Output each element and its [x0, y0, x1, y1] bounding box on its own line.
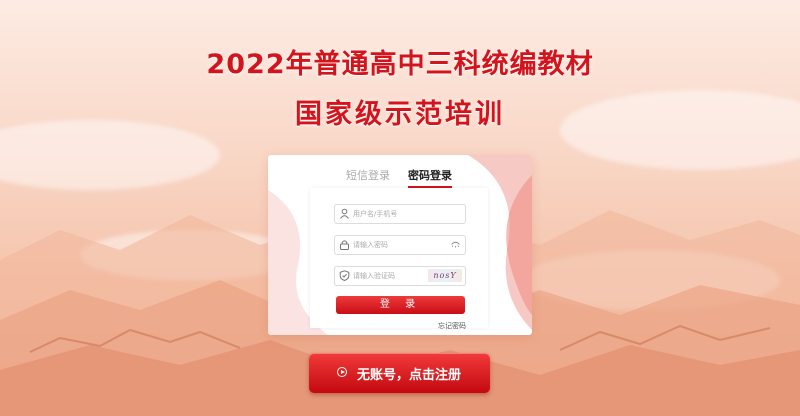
- register-button-label: 无账号，点击注册: [357, 368, 462, 383]
- user-icon: [340, 208, 349, 219]
- login-tabs: 短信登录 密码登录: [268, 167, 532, 189]
- forgot-password-link[interactable]: 忘记密码: [438, 321, 466, 331]
- login-card: 短信登录 密码登录 用户名/手机号 请输入验证码 nosY 登 录 忘记密码: [268, 155, 532, 335]
- captcha-image[interactable]: nosY: [428, 269, 462, 282]
- page-title: 2022年普通高中三科统编教材: [206, 49, 594, 80]
- login-button[interactable]: 登 录: [336, 296, 465, 314]
- username-field[interactable]: [334, 204, 466, 224]
- tab-password-login[interactable]: 密码登录: [408, 167, 452, 188]
- register-button[interactable]: 无账号，点击注册: [309, 353, 490, 393]
- shield-icon: [339, 270, 350, 281]
- captcha-field[interactable]: nosY: [334, 266, 466, 286]
- password-input[interactable]: [353, 236, 443, 254]
- lock-icon: [340, 240, 349, 250]
- password-field[interactable]: [334, 235, 466, 255]
- username-input[interactable]: [353, 205, 443, 223]
- tab-sms-login[interactable]: 短信登录: [346, 167, 390, 183]
- eye-icon[interactable]: [451, 241, 460, 248]
- play-circle-icon: [337, 367, 347, 377]
- page-subtitle: 国家级示范培训: [295, 99, 505, 130]
